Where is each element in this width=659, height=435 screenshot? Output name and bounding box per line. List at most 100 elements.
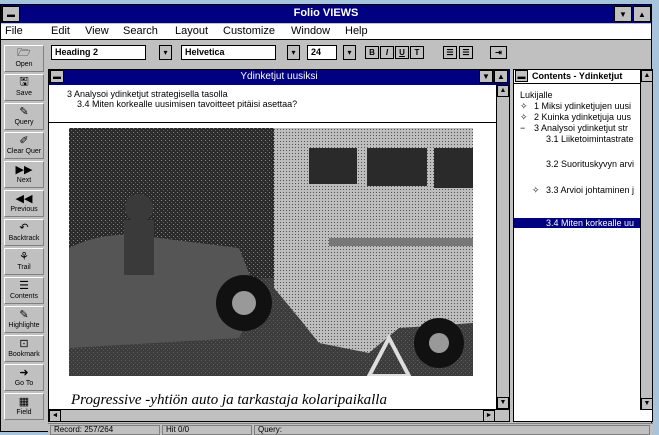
indent-icon[interactable]: ⇥ bbox=[490, 46, 507, 59]
strikeout-button[interactable]: T bbox=[410, 46, 424, 59]
status-record: Record: 257/264 bbox=[50, 425, 160, 435]
tool-bookmark[interactable]: ⊡ Bookmark bbox=[4, 335, 44, 362]
menu-search[interactable]: Search bbox=[123, 25, 158, 37]
underline-button[interactable]: U bbox=[395, 46, 409, 59]
tool-contents[interactable]: ☰ Contents bbox=[4, 277, 44, 304]
contents-scroll-down-icon[interactable]: ▼ bbox=[641, 398, 653, 410]
toc-item[interactable]: ✧ 1 Miksi ydinketjujen uusi bbox=[520, 101, 631, 111]
format-toolbar: Heading 2 ▾ Helvetica ▾ 24 ▾ B I U T ☰ ☰… bbox=[51, 42, 651, 64]
expand-icon[interactable]: ✧ bbox=[532, 185, 540, 196]
goto-icon: ➜ bbox=[19, 367, 29, 379]
toc-item-label: 3.4 Miten korkealle uu bbox=[546, 218, 635, 228]
document-minimize-icon[interactable]: ▼ bbox=[479, 70, 493, 83]
photo-caption: Progressive -yhtiön auto ja tarkastaja k… bbox=[71, 392, 387, 408]
maximize-icon[interactable]: ▲ bbox=[633, 6, 651, 22]
open-icon: 🗁 bbox=[17, 47, 31, 59]
app-window: ▬ Folio VIEWS ▼ ▲ File Edit View Search … bbox=[0, 4, 653, 435]
font-dropdown-icon[interactable]: ▾ bbox=[287, 45, 300, 60]
scroll-left-icon[interactable]: ◄ bbox=[49, 410, 61, 422]
menu-window[interactable]: Window bbox=[291, 25, 330, 37]
scroll-up-icon[interactable]: ▲ bbox=[497, 85, 509, 97]
tool-next[interactable]: ▶▶ Next bbox=[4, 161, 44, 188]
expand-icon[interactable]: ✧ bbox=[520, 112, 528, 123]
tool-label: Save bbox=[16, 90, 32, 97]
menu-customize[interactable]: Customize bbox=[223, 25, 275, 37]
minimize-icon[interactable]: ▼ bbox=[614, 6, 632, 22]
toc-item[interactable]: ✧ 3.3 Arvioi johtaminen j bbox=[520, 185, 634, 195]
tool-open[interactable]: 🗁 Open bbox=[4, 45, 44, 72]
menu-edit[interactable]: Edit bbox=[51, 25, 70, 37]
menu-file[interactable]: File bbox=[5, 25, 23, 37]
size-select[interactable]: 24 bbox=[307, 45, 337, 60]
tool-previous[interactable]: ◀◀ Previous bbox=[4, 190, 44, 217]
align-justify-icon[interactable]: ☰ bbox=[459, 46, 473, 59]
tool-label: Previous bbox=[10, 206, 38, 213]
toc-item-label: Lukijalle bbox=[520, 90, 553, 100]
collapse-icon[interactable]: − bbox=[520, 123, 525, 133]
tool-field[interactable]: ▦ Field bbox=[4, 393, 44, 420]
status-bar: Record: 257/264 Hit 0/0 Query: bbox=[48, 423, 653, 435]
tool-save[interactable]: 🖫 Save bbox=[4, 74, 44, 101]
status-query: Query: bbox=[254, 425, 650, 435]
tool-label: Highlighte bbox=[8, 322, 40, 329]
tool-clear-query[interactable]: ✐ Clear Quer bbox=[4, 132, 44, 159]
menu-help[interactable]: Help bbox=[345, 25, 368, 37]
toc-item-label: 3 Analysoi ydinketjut str bbox=[534, 123, 629, 133]
tool-label: Contents bbox=[9, 293, 39, 300]
query-icon: ✎ bbox=[19, 106, 29, 118]
highlighter-icon: ✎ bbox=[19, 309, 29, 321]
menu-bar: File Edit View Search Layout Customize W… bbox=[1, 24, 651, 40]
document-maximize-icon[interactable]: ▲ bbox=[494, 70, 508, 83]
font-select[interactable]: Helvetica bbox=[181, 45, 276, 60]
menu-view[interactable]: View bbox=[85, 25, 109, 37]
toc-item[interactable]: 3.1 Liiketoimintastrate bbox=[520, 134, 634, 144]
accident-photo bbox=[69, 128, 473, 376]
contents-scroll-up-icon[interactable]: ▲ bbox=[641, 70, 653, 82]
tool-goto[interactable]: ➜ Go To bbox=[4, 364, 44, 391]
expand-icon[interactable]: ✧ bbox=[520, 101, 528, 112]
italic-button[interactable]: I bbox=[380, 46, 394, 59]
contents-icon: ☰ bbox=[19, 280, 29, 292]
toc-item-label: 2 Kuinka ydinketjuja uus bbox=[534, 112, 632, 122]
document-title-bar: ▬ Ydinketjut uusiksi ▼ ▲ bbox=[49, 70, 509, 85]
tool-query[interactable]: ✎ Query bbox=[4, 103, 44, 130]
tool-label: Backtrack bbox=[8, 235, 40, 242]
document-title: Ydinketjut uusiksi bbox=[240, 71, 318, 82]
toc-item-label: 1 Miksi ydinketjujen uusi bbox=[534, 101, 632, 111]
tool-label: Go To bbox=[14, 380, 34, 387]
heading-line: 3 Analysoi ydinketjut strategisella taso… bbox=[67, 89, 228, 99]
toc-item[interactable]: 3.2 Suorituskyvyn arvi bbox=[520, 159, 634, 169]
divider bbox=[49, 122, 497, 123]
document-vscrollbar[interactable]: ▲ ▼ bbox=[496, 85, 509, 409]
align-left-icon[interactable]: ☰ bbox=[443, 46, 457, 59]
tool-highlighter[interactable]: ✎ Highlighte bbox=[4, 306, 44, 333]
contents-vscrollbar[interactable]: ▲ ▼ bbox=[640, 70, 653, 410]
toc-item-label: 3.2 Suorituskyvyn arvi bbox=[546, 159, 635, 169]
backtrack-icon: ↶ bbox=[19, 222, 29, 234]
toc-item[interactable]: ✧ 2 Kuinka ydinketjuja uus bbox=[520, 112, 631, 122]
tool-trail[interactable]: ⚘ Trail bbox=[4, 248, 44, 275]
size-dropdown-icon[interactable]: ▾ bbox=[343, 45, 356, 60]
style-select[interactable]: Heading 2 bbox=[51, 45, 146, 60]
style-dropdown-icon[interactable]: ▾ bbox=[159, 45, 172, 60]
contents-window: ▬ Contents - Ydinketjut Lukijalle ✧ 1 Miks… bbox=[513, 69, 653, 422]
next-icon: ▶▶ bbox=[15, 164, 33, 176]
save-icon: 🖫 bbox=[19, 76, 29, 88]
toc-item[interactable]: −3 Analysoi ydinketjut str bbox=[520, 123, 628, 133]
tool-label: Next bbox=[16, 177, 32, 184]
tool-backtrack[interactable]: ↶ Backtrack bbox=[4, 219, 44, 246]
side-toolbar: 🗁 Open 🖫 Save ✎ Query ✐ Clear Quer ▶▶ Next ◀◀ Previ… bbox=[4, 45, 46, 431]
contents-menu-icon[interactable]: ▬ bbox=[515, 70, 528, 82]
toc-item[interactable]: Lukijalle bbox=[520, 90, 553, 100]
contents-title: Contents - Ydinketjut bbox=[532, 71, 623, 81]
scroll-down-icon[interactable]: ▼ bbox=[497, 397, 509, 409]
scroll-right-icon[interactable]: ► bbox=[483, 410, 495, 422]
bookmark-icon: ⊡ bbox=[19, 338, 29, 350]
bold-button[interactable]: B bbox=[365, 46, 379, 59]
toc-item[interactable]: 3.4 Miten korkealle uu bbox=[514, 218, 640, 228]
menu-layout[interactable]: Layout bbox=[175, 25, 208, 37]
clear-query-icon: ✐ bbox=[19, 135, 29, 147]
document-hscrollbar[interactable]: ◄ ► bbox=[49, 409, 509, 422]
field-icon: ▦ bbox=[18, 396, 30, 408]
tool-label: Trail bbox=[17, 264, 31, 271]
